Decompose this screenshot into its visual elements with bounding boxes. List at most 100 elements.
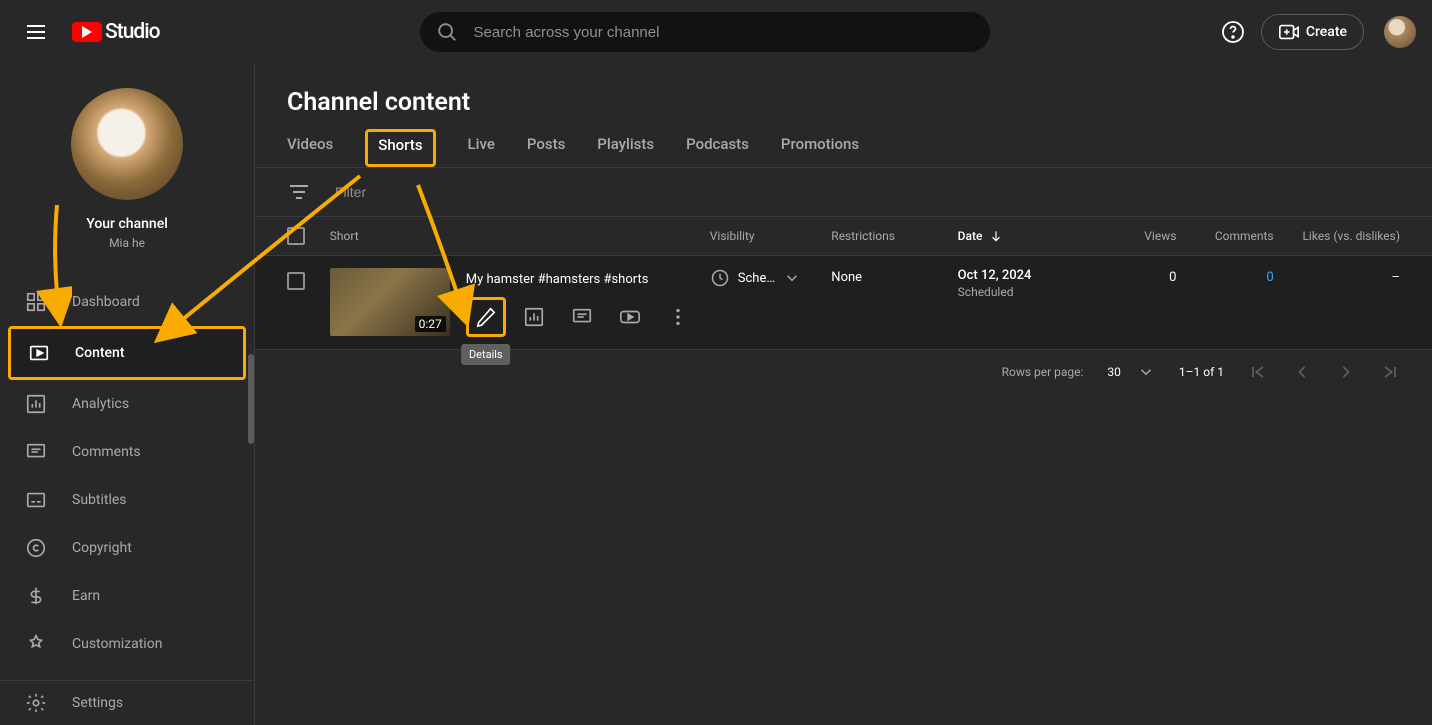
- more-vertical-icon: [667, 306, 689, 328]
- tab-podcasts[interactable]: Podcasts: [686, 135, 749, 167]
- row-short-cell: 0:27 My hamster #hamsters #shorts Detail…: [330, 268, 710, 337]
- analytics-button[interactable]: [514, 297, 554, 337]
- menu-icon: [24, 20, 48, 44]
- analytics-icon: [523, 306, 545, 328]
- next-page-button[interactable]: [1336, 362, 1356, 382]
- first-page-button[interactable]: [1248, 362, 1268, 382]
- help-icon: [1221, 20, 1245, 44]
- filter-input[interactable]: [335, 184, 1400, 200]
- content-icon: [27, 341, 51, 365]
- tab-videos[interactable]: Videos: [287, 135, 333, 167]
- settings-icon: [24, 691, 48, 715]
- nav-label: Subtitles: [72, 492, 127, 508]
- column-header-views: Views: [1108, 229, 1176, 243]
- youtube-icon: [72, 22, 102, 42]
- chevron-left-icon: [1292, 362, 1312, 382]
- row-restrictions-cell: None: [831, 268, 957, 337]
- search-input[interactable]: [474, 24, 974, 41]
- comments-icon: [24, 440, 48, 464]
- nav-list: Dashboard Content Analytics: [0, 266, 254, 680]
- details-button[interactable]: Details: [466, 297, 506, 337]
- visibility-text: Sche…: [738, 271, 775, 286]
- help-button[interactable]: [1213, 12, 1253, 52]
- last-page-button[interactable]: [1380, 362, 1400, 382]
- create-label: Create: [1306, 24, 1347, 40]
- table-header: Short Visibility Restrictions Date Views…: [255, 217, 1432, 256]
- comments-button[interactable]: [562, 297, 602, 337]
- column-header-date[interactable]: Date: [958, 229, 1109, 244]
- rows-per-page-select[interactable]: 30: [1107, 363, 1155, 381]
- more-options-button[interactable]: [658, 297, 698, 337]
- select-all-checkbox[interactable]: [287, 227, 305, 245]
- nav-item-settings[interactable]: Settings: [0, 681, 254, 725]
- nav-item-comments[interactable]: Comments: [0, 428, 254, 476]
- tab-posts[interactable]: Posts: [527, 135, 565, 167]
- sidebar: Your channel Mia he Dashboard Content: [0, 64, 255, 725]
- sort-down-icon: [989, 229, 1003, 243]
- clock-icon: [710, 268, 730, 288]
- nav-item-subtitles[interactable]: Subtitles: [0, 476, 254, 524]
- content-highlight-annotation: Content: [8, 326, 246, 380]
- page-title: Channel content: [255, 64, 1432, 135]
- prev-page-button[interactable]: [1292, 362, 1312, 382]
- channel-avatar[interactable]: [71, 88, 183, 200]
- pagination: Rows per page: 30 1–1 of 1: [255, 350, 1432, 394]
- header-checkbox-cell: [287, 227, 330, 245]
- channel-label: Your channel: [86, 216, 168, 232]
- nav-label: Earn: [72, 588, 100, 604]
- row-checkbox[interactable]: [287, 272, 305, 290]
- table-row[interactable]: 0:27 My hamster #hamsters #shorts Detail…: [255, 256, 1432, 350]
- nav-label: Dashboard: [72, 294, 140, 310]
- subtitles-icon: [24, 488, 48, 512]
- hamburger-menu-button[interactable]: [16, 12, 56, 52]
- search-icon: [436, 21, 458, 43]
- row-date-cell: Oct 12, 2024 Scheduled: [958, 268, 1109, 337]
- filter-icon[interactable]: [287, 180, 311, 204]
- nav-item-content[interactable]: Content: [11, 329, 243, 377]
- rows-per-page-label: Rows per page:: [1002, 365, 1084, 379]
- channel-name: Mia he: [109, 236, 145, 250]
- chevron-down-icon: [783, 269, 801, 287]
- video-title[interactable]: My hamster #hamsters #shorts: [466, 272, 698, 287]
- column-header-likes: Likes (vs. dislikes): [1274, 229, 1400, 243]
- search-bar[interactable]: [420, 12, 990, 52]
- nav-label: Settings: [72, 695, 123, 711]
- last-page-icon: [1380, 362, 1400, 382]
- video-thumbnail[interactable]: 0:27: [330, 268, 450, 336]
- column-header-restrictions: Restrictions: [831, 229, 957, 243]
- create-button[interactable]: Create: [1261, 14, 1364, 50]
- nav-item-copyright[interactable]: Copyright: [0, 524, 254, 572]
- nav-label: Copyright: [72, 540, 132, 556]
- sidebar-scrollbar-thumb[interactable]: [248, 354, 254, 444]
- nav-label: Content: [75, 345, 125, 361]
- row-visibility-cell[interactable]: Sche…: [710, 268, 832, 337]
- comments-icon: [571, 306, 593, 328]
- video-duration: 0:27: [415, 316, 446, 332]
- column-header-visibility: Visibility: [710, 229, 832, 243]
- row-views-cell: 0: [1108, 268, 1176, 337]
- date-status: Scheduled: [958, 285, 1109, 299]
- row-comments-cell[interactable]: 0: [1176, 268, 1273, 337]
- nav-item-dashboard[interactable]: Dashboard: [0, 278, 254, 326]
- header-actions: Create: [1213, 12, 1416, 52]
- nav-label: Customization: [72, 636, 162, 652]
- tab-promotions[interactable]: Promotions: [781, 135, 859, 167]
- customization-icon: [24, 632, 48, 656]
- create-icon: [1278, 21, 1300, 43]
- nav-item-customization[interactable]: Customization: [0, 620, 254, 668]
- youtube-studio-logo[interactable]: Studio: [72, 20, 160, 44]
- tab-playlists[interactable]: Playlists: [597, 135, 654, 167]
- nav-item-analytics[interactable]: Analytics: [0, 380, 254, 428]
- tabs-bar: Videos Shorts Live Posts Playlists Podca…: [255, 135, 1432, 168]
- nav-item-earn[interactable]: Earn: [0, 572, 254, 620]
- logo-text: Studio: [105, 20, 160, 44]
- pagination-range: 1–1 of 1: [1179, 365, 1224, 379]
- tab-shorts[interactable]: Shorts: [378, 136, 422, 154]
- nav-label: Comments: [72, 444, 141, 460]
- account-avatar[interactable]: [1384, 16, 1416, 48]
- youtube-link-button[interactable]: [610, 297, 650, 337]
- tab-live[interactable]: Live: [468, 135, 495, 167]
- date-text: Oct 12, 2024: [958, 268, 1109, 283]
- header-bar: Studio Create: [0, 0, 1432, 64]
- channel-block: Your channel Mia he: [0, 64, 254, 266]
